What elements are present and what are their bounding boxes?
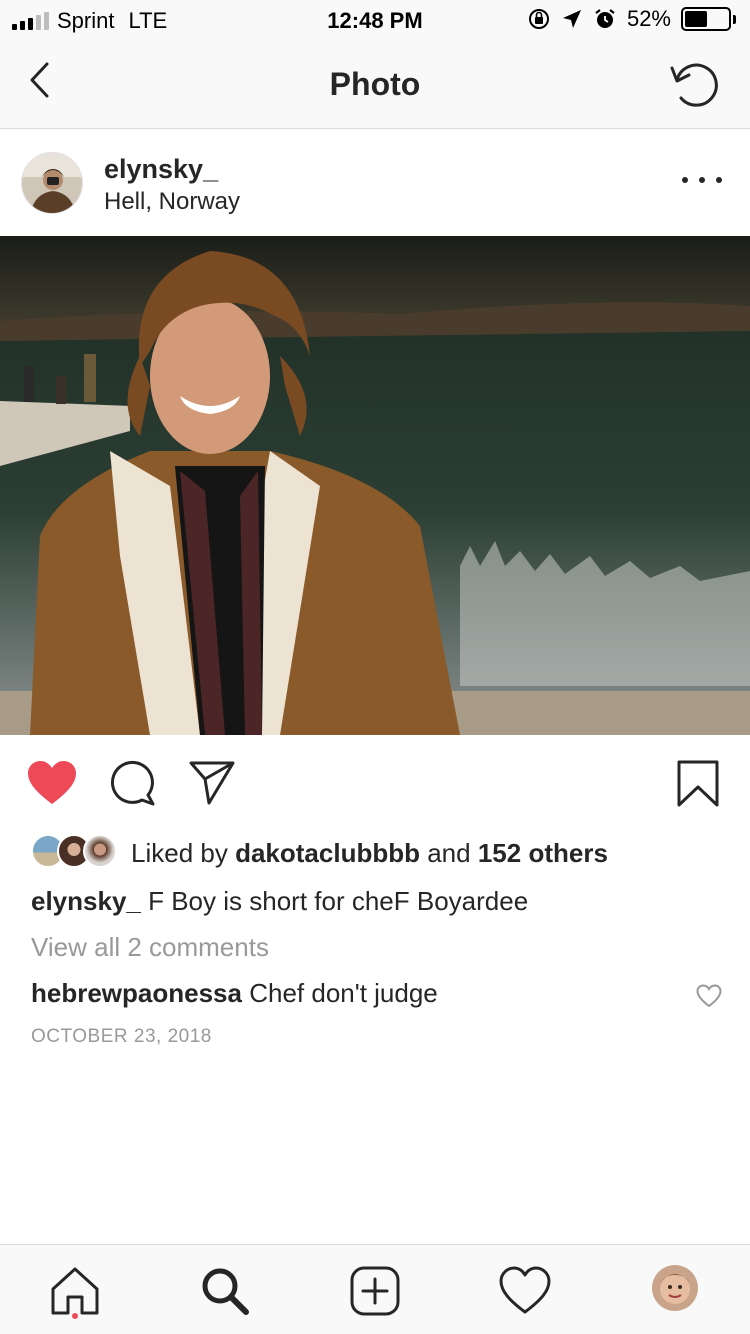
post-actions <box>0 735 750 835</box>
search-icon[interactable] <box>199 1265 251 1317</box>
battery-percent: 52% <box>626 6 671 31</box>
author-avatar[interactable] <box>21 152 83 214</box>
post-date: OCTOBER 23, 2018 <box>31 1026 212 1047</box>
notification-dot <box>72 1313 78 1319</box>
tab-bar <box>0 1244 750 1334</box>
likes-summary: Liked by dakotaclubbbb and 152 others <box>131 838 608 869</box>
location-arrow-icon <box>562 10 581 28</box>
bookmark-icon[interactable] <box>676 759 720 809</box>
alarm-icon <box>595 9 615 28</box>
comment-text: Chef don't judge <box>249 978 438 1008</box>
orientation-lock-icon <box>528 9 549 29</box>
liker-username[interactable]: dakotaclubbbb <box>235 838 420 868</box>
post-photo[interactable] <box>0 236 750 735</box>
liker-avatar <box>83 834 117 868</box>
share-icon[interactable] <box>188 759 236 807</box>
comment-username[interactable]: hebrewpaonessa <box>31 978 242 1008</box>
author-username[interactable]: elynsky_ <box>104 154 218 185</box>
battery-fill <box>685 11 707 27</box>
profile-avatar[interactable] <box>652 1265 698 1311</box>
refresh-icon[interactable] <box>668 58 722 112</box>
view-all-comments-link[interactable]: View all 2 comments <box>31 932 269 963</box>
home-icon[interactable] <box>49 1265 101 1317</box>
status-bar: Sprint LTE 12:48 PM 52% <box>0 0 750 40</box>
heart-icon[interactable] <box>26 759 78 807</box>
nav-bar: Photo <box>0 40 750 129</box>
battery-nub <box>733 14 736 24</box>
post-location[interactable]: Hell, Norway <box>104 188 240 216</box>
comment-icon[interactable] <box>108 759 156 807</box>
status-right: 52% <box>527 6 736 32</box>
likes-prefix: Liked by <box>131 838 228 868</box>
battery-icon <box>681 7 731 31</box>
liker-avatars <box>31 834 121 870</box>
likes-others[interactable]: 152 others <box>478 838 608 868</box>
page-title: Photo <box>329 66 421 102</box>
activity-icon[interactable] <box>499 1265 551 1317</box>
post-header: elynsky_ Hell, Norway <box>0 130 750 236</box>
caption-username[interactable]: elynsky_ <box>31 886 141 916</box>
add-post-icon[interactable] <box>349 1265 401 1317</box>
likes-joiner: and <box>427 838 471 868</box>
comment-item: hebrewpaonessa Chef don't judge <box>31 978 438 1009</box>
comment-heart-icon[interactable] <box>696 984 722 1008</box>
more-dots-icon[interactable] <box>682 170 722 190</box>
caption-text: F Boy is short for cheF Boyardee <box>148 886 529 916</box>
likes-row[interactable]: Liked by dakotaclubbbb and 152 others <box>0 830 750 876</box>
post-caption: elynsky_ F Boy is short for cheF Boyarde… <box>31 886 528 917</box>
